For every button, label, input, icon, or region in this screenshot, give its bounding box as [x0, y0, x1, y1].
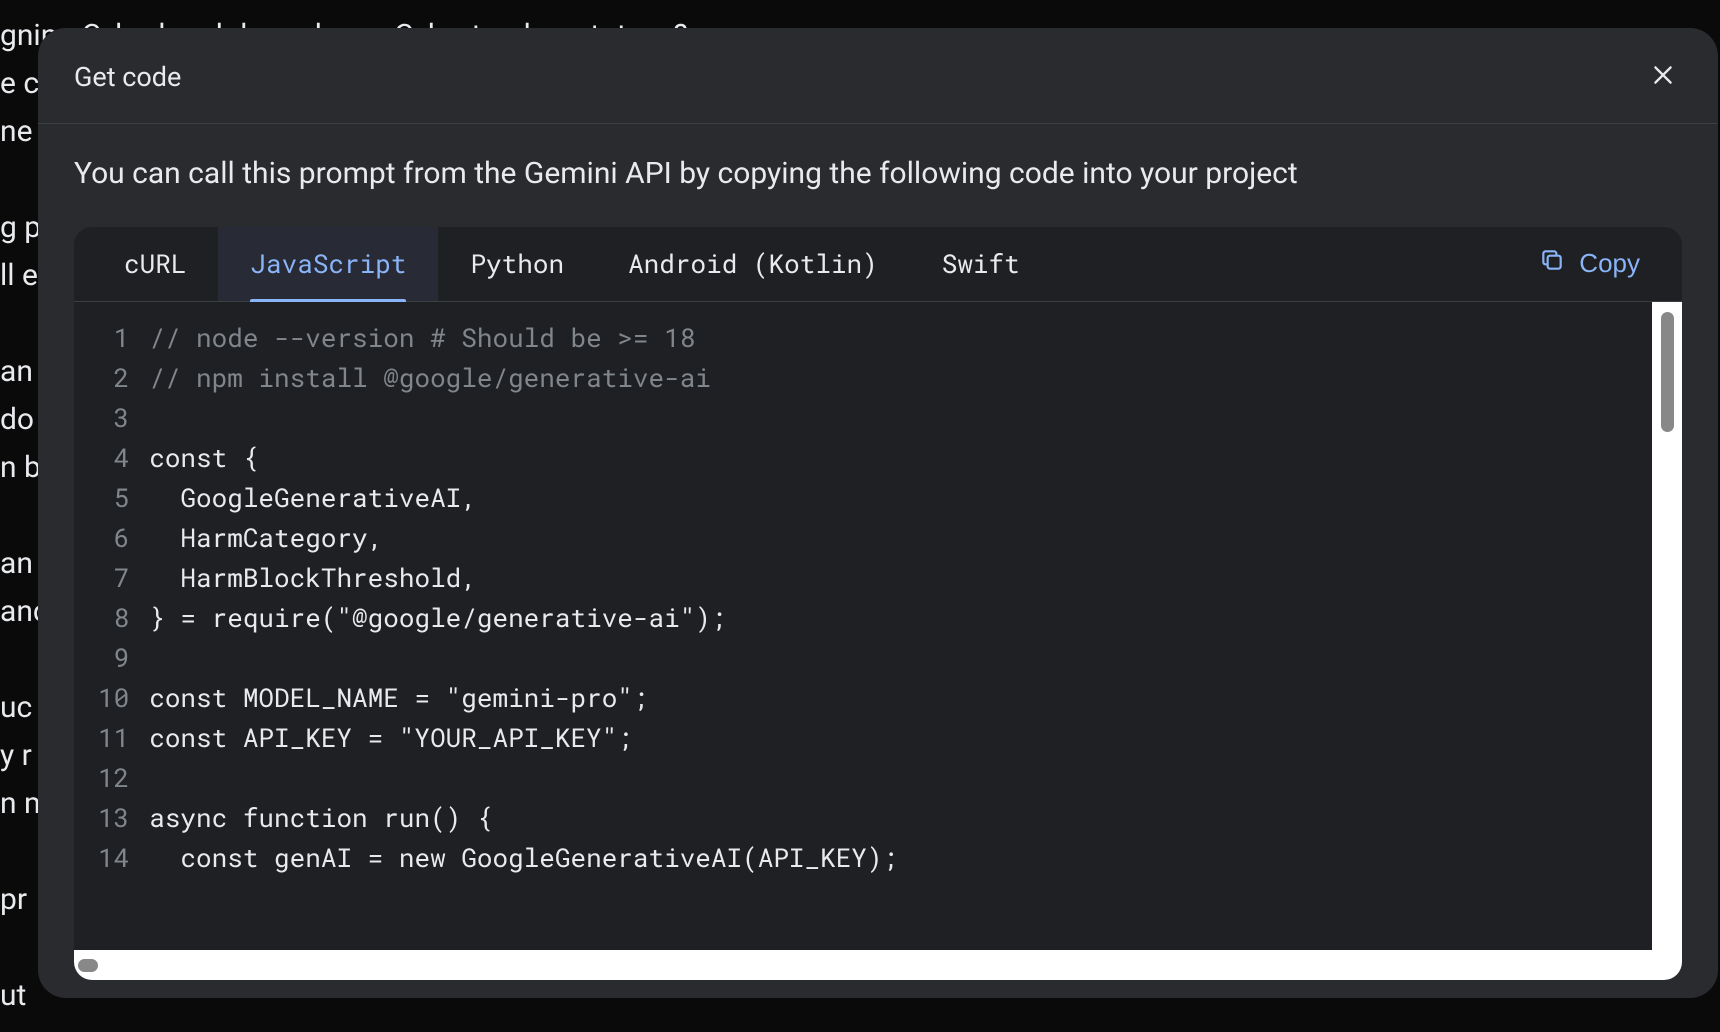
close-button[interactable]: [1644, 56, 1682, 97]
line-number: 12: [98, 758, 129, 798]
vertical-scrollbar-thumb[interactable]: [1661, 312, 1674, 432]
line-number-gutter: 1234567891011121314: [74, 318, 149, 981]
code-line: async function run() {: [149, 798, 1682, 838]
line-number: 8: [98, 598, 129, 638]
code-content: // node --version # Should be >= 18// np…: [149, 318, 1682, 981]
code-line: [149, 758, 1682, 798]
line-number: 13: [98, 798, 129, 838]
modal-header: Get code: [38, 28, 1718, 124]
code-line: const API_KEY = "YOUR_API_KEY";: [149, 718, 1682, 758]
tab-bar: cURLJavaScriptPythonAndroid (Kotlin)Swif…: [74, 227, 1682, 302]
code-line: HarmCategory,: [149, 518, 1682, 558]
modal-body: You can call this prompt from the Gemini…: [38, 124, 1718, 998]
code-area: 1234567891011121314 // node --version # …: [74, 302, 1682, 981]
tab-swift[interactable]: Swift: [910, 227, 1052, 301]
code-line: const {: [149, 438, 1682, 478]
tab-curl[interactable]: cURL: [92, 227, 218, 301]
line-number: 6: [98, 518, 129, 558]
code-line: // npm install @google/generative-ai: [149, 358, 1682, 398]
line-number: 4: [98, 438, 129, 478]
code-scroll[interactable]: 1234567891011121314 // node --version # …: [74, 302, 1682, 981]
tab-android-kotlin-[interactable]: Android (Kotlin): [596, 227, 910, 301]
code-line: [149, 398, 1682, 438]
scrollbar-corner: [1652, 950, 1682, 980]
tab-javascript[interactable]: JavaScript: [218, 227, 438, 301]
code-line: } = require("@google/generative-ai");: [149, 598, 1682, 638]
close-icon: [1650, 62, 1676, 91]
code-line: [149, 638, 1682, 678]
line-number: 5: [98, 478, 129, 518]
line-number: 14: [98, 838, 129, 878]
code-line: GoogleGenerativeAI,: [149, 478, 1682, 518]
code-container: cURLJavaScriptPythonAndroid (Kotlin)Swif…: [74, 227, 1682, 981]
line-number: 9: [98, 638, 129, 678]
tab-python[interactable]: Python: [438, 227, 596, 301]
get-code-modal: Get code You can call this prompt from t…: [38, 28, 1718, 998]
code-line: const genAI = new GoogleGenerativeAI(API…: [149, 838, 1682, 878]
line-number: 10: [98, 678, 129, 718]
line-number: 11: [98, 718, 129, 758]
vertical-scrollbar[interactable]: [1652, 302, 1682, 951]
line-number: 3: [98, 398, 129, 438]
horizontal-scrollbar[interactable]: [74, 950, 1652, 980]
code-line: HarmBlockThreshold,: [149, 558, 1682, 598]
line-number: 1: [98, 318, 129, 358]
line-number: 2: [98, 358, 129, 398]
modal-description: You can call this prompt from the Gemini…: [74, 154, 1682, 195]
line-number: 7: [98, 558, 129, 598]
modal-title: Get code: [74, 61, 181, 93]
code-line: // node --version # Should be >= 18: [149, 318, 1682, 358]
copy-button[interactable]: Copy: [1527, 239, 1652, 288]
copy-label: Copy: [1579, 248, 1640, 279]
tabs-list: cURLJavaScriptPythonAndroid (Kotlin)Swif…: [92, 227, 1527, 301]
horizontal-scrollbar-thumb[interactable]: [78, 959, 98, 972]
code-line: const MODEL_NAME = "gemini-pro";: [149, 678, 1682, 718]
copy-icon: [1539, 247, 1565, 280]
